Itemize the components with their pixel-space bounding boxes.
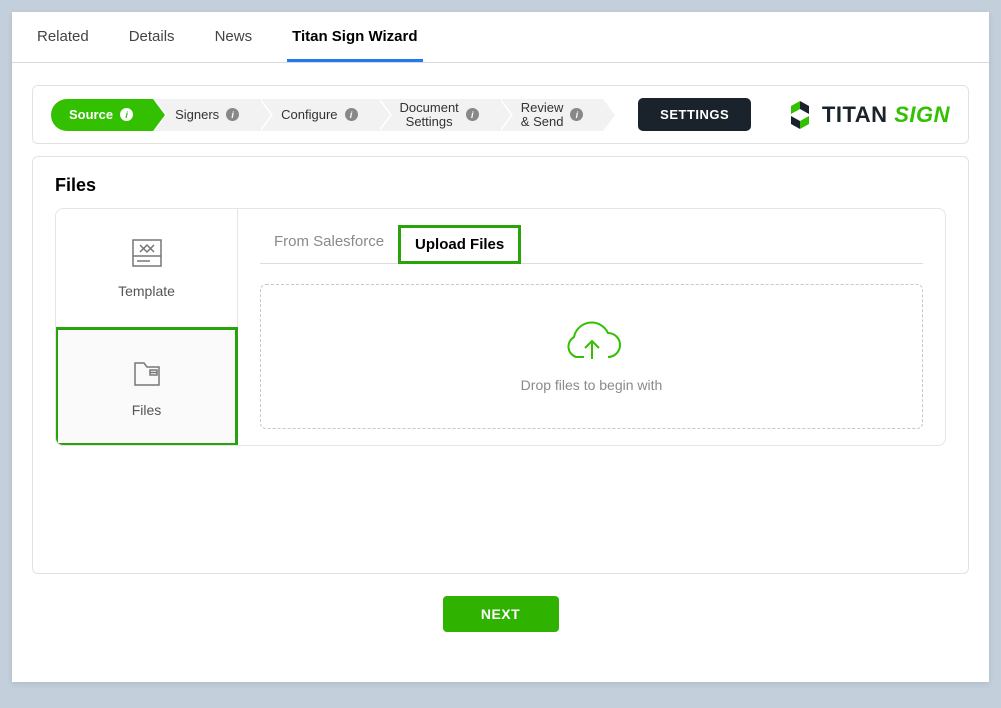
brand-text: TITAN SIGN [822,102,950,128]
brand-logo-container: TITAN SIGN [786,101,950,129]
info-icon[interactable]: i [570,108,583,121]
info-icon[interactable]: i [466,108,479,121]
files-title: Files [55,175,946,196]
step-label: Review & Send [521,101,564,128]
source-option-label: Files [132,402,162,418]
step-configure[interactable]: Configure i [259,99,377,131]
step-label: Document Settings [400,101,459,128]
step-document-settings[interactable]: Document Settings i [378,99,499,131]
tab-details[interactable]: Details [124,12,180,62]
sub-tab-upload-files[interactable]: Upload Files [398,225,521,264]
source-option-template[interactable]: Template [56,209,237,328]
file-drop-zone[interactable]: Drop files to begin with [260,284,923,429]
drop-zone-message: Drop files to begin with [521,377,663,393]
step-source[interactable]: Source i [51,99,153,131]
cloud-upload-icon [560,321,624,369]
files-icon [130,355,164,392]
settings-button[interactable]: SETTINGS [638,98,751,131]
source-option-files[interactable]: Files [56,328,237,446]
sub-tab-from-salesforce[interactable]: From Salesforce [260,225,398,263]
template-icon [130,236,164,273]
main-tabs: Related Details News Titan Sign Wizard [12,12,989,63]
tab-related[interactable]: Related [32,12,94,62]
next-button[interactable]: NEXT [443,596,559,632]
files-panel: Files Template [32,156,969,574]
info-icon[interactable]: i [226,108,239,121]
tab-titan-sign-wizard[interactable]: Titan Sign Wizard [287,12,422,62]
tab-news[interactable]: News [210,12,258,62]
upload-sub-tabs: From Salesforce Upload Files [260,225,923,264]
titan-logo-icon [786,101,814,129]
info-icon[interactable]: i [120,108,133,121]
step-label: Source [69,107,113,122]
step-signers[interactable]: Signers i [153,99,259,131]
step-label: Signers [175,107,219,122]
info-icon[interactable]: i [345,108,358,121]
source-sidebar: Template Files [56,209,238,445]
step-label: Configure [281,107,337,122]
step-review-send[interactable]: Review & Send i [499,99,604,131]
source-option-label: Template [118,283,175,299]
wizard-steps-bar: Source i Signers i Configure i Document … [32,85,969,144]
